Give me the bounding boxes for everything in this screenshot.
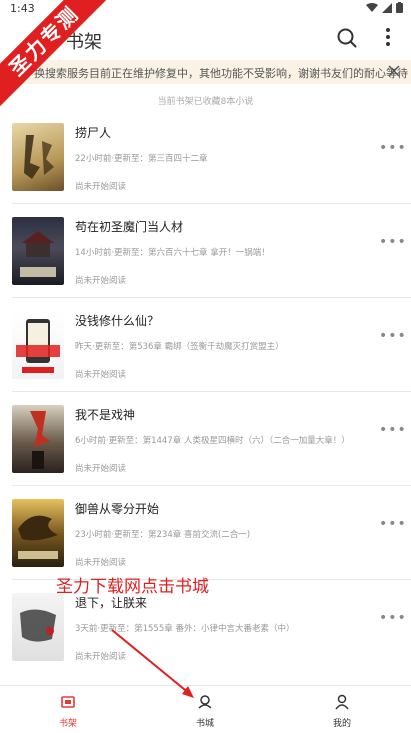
book-cover[interactable] (12, 217, 64, 285)
book-update: 昨天·更新至：第536章 霸绑（签衡千劫魔灭打赏盟主） (75, 342, 284, 352)
bookstore-icon (198, 695, 212, 709)
read-state: 尚未开始阅读 (75, 370, 127, 380)
annotation-text: 圣力下载网点击书城 (56, 577, 209, 597)
book-update: 22小时前·更新至：第三百四十二章 (75, 154, 208, 164)
more-horizontal-icon[interactable]: ••• (379, 234, 407, 250)
wifi-icon (366, 2, 378, 12)
list-item[interactable]: 捞尸人 22小时前·更新至：第三百四十二章 尚未开始阅读 ••• (12, 110, 411, 204)
search-icon[interactable] (337, 28, 357, 48)
shelf-count: 当前书架已收藏8本小说 (157, 97, 254, 107)
read-state: 尚未开始阅读 (75, 558, 127, 568)
tab-profile[interactable]: 我的 (302, 686, 382, 733)
more-horizontal-icon[interactable]: ••• (379, 328, 407, 344)
book-title: 御兽从零分开始 (75, 502, 160, 516)
book-cover[interactable] (12, 499, 64, 567)
status-time: 1:43 (10, 2, 35, 15)
book-title: 苟在初圣魔门当人材 (75, 220, 184, 234)
more-vertical-icon[interactable] (380, 26, 396, 48)
status-icons (366, 2, 403, 13)
close-icon[interactable] (387, 64, 401, 78)
read-state: 尚未开始阅读 (75, 182, 127, 192)
more-horizontal-icon[interactable]: ••• (379, 610, 407, 626)
profile-icon (335, 694, 349, 710)
read-state: 尚未开始阅读 (75, 464, 127, 474)
tab-bookshelf[interactable]: 书架 (28, 686, 108, 733)
read-state: 尚未开始阅读 (75, 276, 127, 286)
book-cover[interactable] (12, 593, 64, 661)
list-item[interactable]: 我不是戏神 6小时前·更新至：第1447章 人类极星四横时（六）（二合一加量大章… (12, 392, 411, 486)
maintenance-notice: 换搜索服务目前正在维护修复中，其他功能不受影响，谢谢书友们的耐心等待 (0, 60, 411, 84)
book-update: 3天前·更新至：第1555章 番外：小律中言大番老素（中） (75, 624, 295, 634)
book-title: 捞尸人 (75, 126, 112, 140)
cover-art (24, 135, 54, 179)
more-horizontal-icon[interactable]: ••• (379, 422, 407, 438)
book-title: 没钱修什么仙？ (75, 314, 160, 328)
cover-art (30, 411, 50, 469)
book-cover[interactable] (12, 311, 64, 379)
more-horizontal-icon[interactable]: ••• (379, 140, 407, 156)
list-item[interactable]: 御兽从零分开始 23小时前·更新至：第234章 喜前交流(二合一) 尚未开始阅读… (12, 486, 411, 580)
book-update: 23小时前·更新至：第234章 喜前交流(二合一) (75, 530, 251, 540)
book-update: 6小时前·更新至：第1447章 人类极星四横时（六）（二合一加量大章！） (75, 436, 350, 446)
book-cover[interactable] (12, 123, 64, 191)
book-update: 14小时前·更新至：第六百六十七章 拿开！一锅端！ (75, 248, 270, 258)
book-title: 我不是戏神 (75, 408, 136, 422)
cover-art (18, 515, 58, 559)
tab-label: 我的 (332, 719, 351, 729)
cover-art (20, 231, 56, 277)
list-item[interactable]: 没钱修什么仙？ 昨天·更新至：第536章 霸绑（签衡千劫魔灭打赏盟主） 尚未开始… (12, 298, 411, 392)
tab-label: 书城 (195, 719, 214, 729)
bottom-tab-bar: 书架 书城 我的 (0, 685, 411, 733)
tab-label: 书架 (58, 719, 77, 729)
list-item[interactable]: 苟在初圣魔门当人材 14小时前·更新至：第六百六十七章 拿开！一锅端！ 尚未开始… (12, 204, 411, 298)
bookshelf-icon (61, 696, 75, 708)
more-horizontal-icon[interactable]: ••• (379, 516, 407, 532)
read-state: 尚未开始阅读 (75, 652, 127, 662)
battery-icon (396, 2, 403, 13)
notice-text: 换搜索服务目前正在维护修复中，其他功能不受影响，谢谢书友们的耐心等待 (34, 67, 408, 80)
book-cover[interactable] (12, 405, 64, 473)
cover-art (16, 319, 60, 373)
cover-art (20, 609, 56, 642)
tab-bookstore[interactable]: 书城 (165, 686, 245, 733)
signal-icon (382, 2, 392, 13)
